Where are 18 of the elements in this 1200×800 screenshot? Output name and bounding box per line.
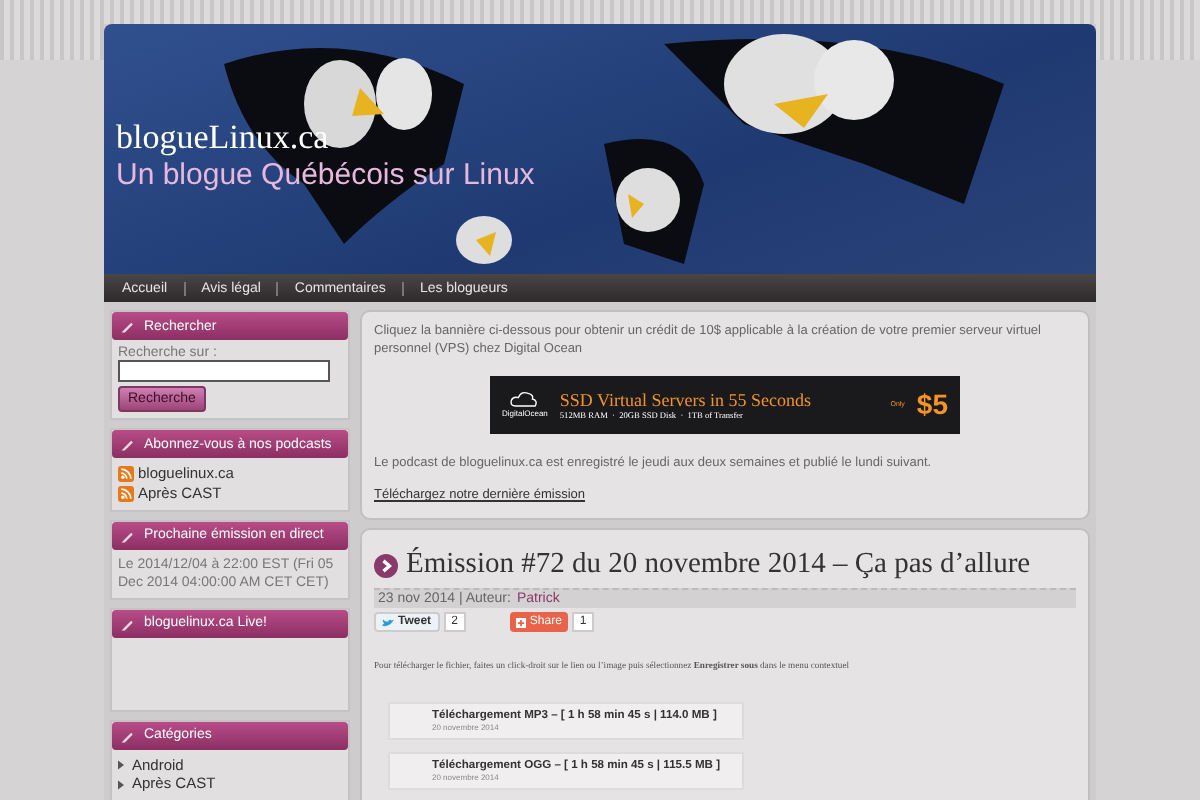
bird-icon: [382, 617, 394, 628]
post-title[interactable]: Émission #72 du 20 novembre 2014 – Ça pas d’allure: [406, 548, 1031, 583]
bullet-icon: [118, 779, 124, 790]
ad-headline: SSD Virtual Servers in 55 Seconds: [559, 389, 813, 410]
bullet-icon: [118, 760, 124, 771]
site-tagline: Un blogue Québécois sur Linux: [116, 158, 535, 192]
search-field[interactable]: [118, 360, 330, 382]
arrow-circle-icon: [374, 553, 398, 578]
pencil-icon: [120, 727, 136, 744]
pencil-icon: [120, 318, 136, 334]
pencil-icon: [120, 527, 136, 543]
rss-icon: [118, 485, 134, 502]
cloud-icon: [510, 390, 539, 409]
pencil-icon: [120, 615, 136, 632]
pencil-icon: [120, 436, 136, 452]
ad-price: $5: [916, 388, 948, 421]
rss-icon: [118, 465, 134, 482]
plus-icon: [515, 617, 526, 628]
